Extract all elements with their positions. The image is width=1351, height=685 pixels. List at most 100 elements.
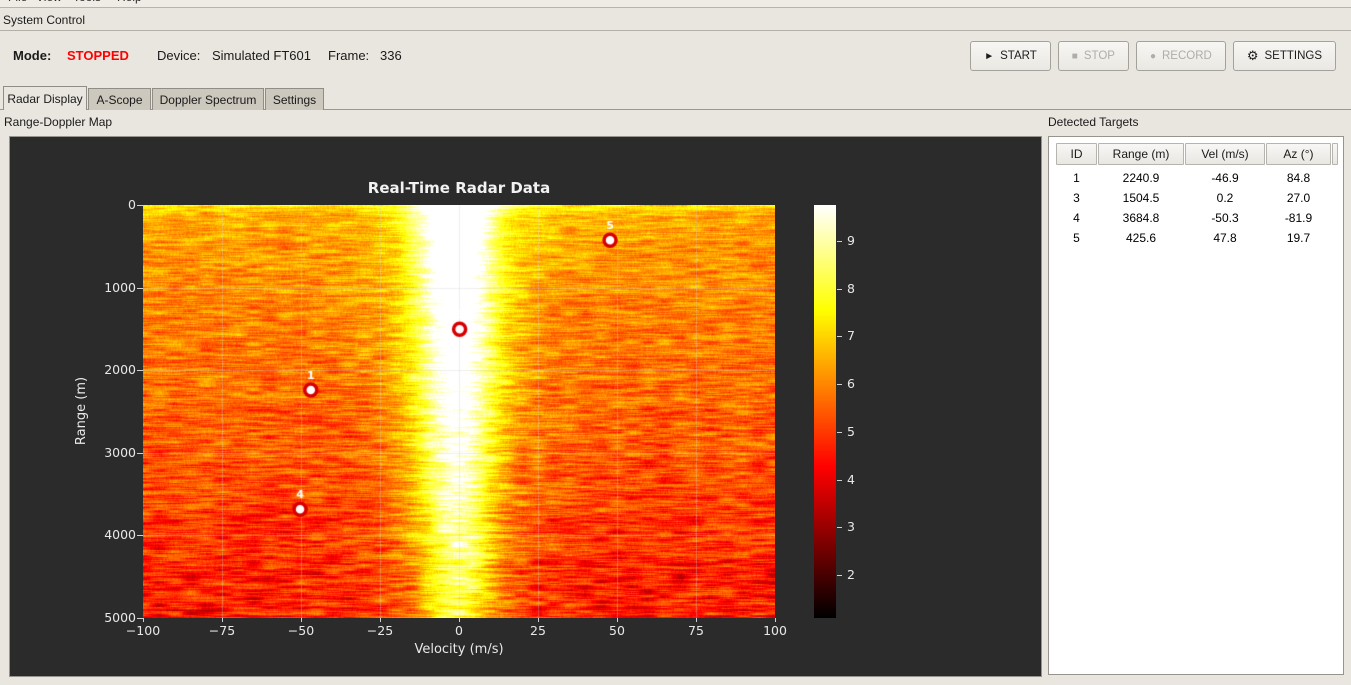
y-tick-mark — [137, 287, 143, 289]
mode-label: Mode: — [13, 48, 52, 63]
x-tick-mark — [459, 618, 460, 622]
tab-settings[interactable]: Settings — [265, 88, 324, 110]
colorbar-tick-label: 9 — [847, 232, 855, 248]
colorbar-tick-mark — [837, 336, 842, 338]
target-cell-filler — [1332, 208, 1338, 228]
colorbar-tick-mark — [837, 384, 842, 386]
menu-item-tools[interactable]: Tools — [73, 0, 101, 4]
start-button-label: START — [1000, 50, 1037, 62]
y-tick-mark — [137, 535, 143, 537]
y-tick-label: 0 — [128, 197, 136, 212]
column-header-range[interactable]: Range (m) — [1098, 143, 1184, 165]
tab-a-scope[interactable]: A-Scope — [88, 88, 151, 110]
range-doppler-heatmap — [143, 205, 775, 618]
play-icon: ► — [984, 50, 995, 62]
y-tick-mark — [137, 370, 143, 372]
gear-icon: ⚙ — [1246, 48, 1259, 63]
frame-label: Frame: — [328, 48, 370, 63]
menu-item-view[interactable]: View — [36, 0, 62, 4]
colorbar-tick-label: 2 — [847, 567, 855, 583]
colorbar-tick-mark — [837, 240, 842, 242]
target-cell-filler — [1332, 188, 1338, 208]
stop-button[interactable]: ■ STOP — [1057, 41, 1129, 71]
colorbar-tick-mark — [837, 431, 842, 433]
x-tick-mark — [775, 618, 776, 622]
target-cell: 19.7 — [1286, 231, 1311, 245]
target-cell: 1504.5 — [1122, 191, 1160, 205]
colorbar-tick-label: 3 — [847, 519, 855, 535]
target-cell: 425.6 — [1125, 231, 1157, 245]
x-tick-mark — [380, 618, 381, 622]
detected-targets-panel: ID Range (m) Vel (m/s) Az (°) 1 2240.9 -46… — [1048, 136, 1344, 675]
y-tick-mark — [137, 618, 143, 619]
y-tick-label: 2000 — [104, 362, 136, 378]
x-tick-mark — [696, 618, 697, 622]
menu-item-help[interactable]: Help — [117, 0, 142, 4]
colorbar-tick-label: 5 — [847, 423, 855, 439]
record-button-label: RECORD — [1161, 50, 1212, 62]
target-cell: 47.8 — [1213, 231, 1237, 245]
menu-item-file[interactable]: File — [8, 0, 27, 4]
colorbar-tick-label: 7 — [847, 328, 855, 344]
target-cell: 3 — [1073, 191, 1080, 205]
target-cell-filler — [1332, 228, 1338, 248]
target-cell: 3684.8 — [1122, 211, 1160, 225]
target-row[interactable]: 5 425.6 47.8 19.7 — [1056, 228, 1338, 248]
colorbar-tick-label: 6 — [847, 376, 855, 392]
target-cell: 27.0 — [1286, 191, 1311, 205]
target-cell: 4 — [1073, 211, 1080, 225]
target-row[interactable]: 4 3684.8 -50.3 -81.9 — [1056, 208, 1338, 228]
x-tick-mark — [538, 618, 539, 622]
colorbar-tick-mark — [837, 288, 842, 290]
target-cell: 5 — [1073, 231, 1080, 245]
target-cell-filler — [1332, 168, 1338, 188]
y-tick-label: 1000 — [104, 279, 136, 295]
x-axis-label: Velocity (m/s) — [414, 642, 504, 657]
colorbar-tick-label: 8 — [847, 280, 855, 296]
settings-button[interactable]: ⚙ SETTINGS — [1232, 41, 1336, 71]
tab-radar-display[interactable]: Radar Display — [3, 86, 87, 110]
device-value: Simulated FT601 — [212, 48, 311, 63]
target-cell: -50.3 — [1211, 211, 1239, 225]
x-tick-mark — [143, 618, 144, 622]
target-row[interactable]: 1 2240.9 -46.9 84.8 — [1056, 168, 1338, 188]
x-tick-label: −25 — [366, 623, 394, 638]
range-doppler-map-title: Range-Doppler Map — [4, 115, 113, 129]
column-header-az[interactable]: Az (°) — [1266, 143, 1331, 165]
column-header-id[interactable]: ID — [1056, 143, 1097, 165]
start-button[interactable]: ► START — [970, 41, 1051, 71]
record-icon: ● — [1149, 50, 1156, 62]
system-control-group-title: System Control — [0, 8, 1351, 31]
range-doppler-plot-panel: Real-Time Radar Data Velocity (m/s) Rang… — [9, 136, 1042, 677]
tab-doppler-spectrum[interactable]: Doppler Spectrum — [152, 88, 264, 110]
target-cell: -46.9 — [1211, 171, 1239, 185]
y-tick-mark — [137, 205, 143, 206]
x-tick-label: 25 — [530, 623, 546, 638]
target-cell: 1 — [1073, 171, 1080, 185]
detected-targets-title: Detected Targets — [1048, 115, 1139, 129]
target-cell: 0.2 — [1216, 191, 1234, 205]
target-cell: -81.9 — [1284, 211, 1313, 225]
menu-bar: File View Tools Help — [0, 0, 1351, 8]
x-tick-label: −50 — [287, 623, 315, 638]
colorbar-tick-mark — [837, 479, 842, 481]
plot-title: Real-Time Radar Data — [367, 179, 551, 197]
column-header-vel[interactable]: Vel (m/s) — [1185, 143, 1265, 165]
x-tick-label: 0 — [455, 623, 463, 638]
mode-value: STOPPED — [67, 48, 129, 63]
y-tick-label: 5000 — [104, 610, 136, 625]
colorbar-tick-mark — [837, 527, 842, 529]
stop-button-label: STOP — [1083, 50, 1115, 62]
colorbar-tick-label: 4 — [847, 471, 855, 487]
colorbar-tick-mark — [837, 575, 842, 577]
record-button[interactable]: ● RECORD — [1135, 41, 1226, 71]
device-label: Device: — [157, 48, 201, 63]
target-cell: 84.8 — [1286, 171, 1311, 185]
x-tick-label: 75 — [688, 623, 704, 638]
x-tick-mark — [222, 618, 223, 622]
control-buttons: ► START ■ STOP ● RECORD ⚙ SETTINGS — [970, 41, 1336, 71]
target-cell: 2240.9 — [1122, 171, 1160, 185]
target-row[interactable]: 3 1504.5 0.2 27.0 — [1056, 188, 1338, 208]
stop-icon: ■ — [1071, 50, 1078, 62]
frame-value: 336 — [380, 48, 402, 63]
